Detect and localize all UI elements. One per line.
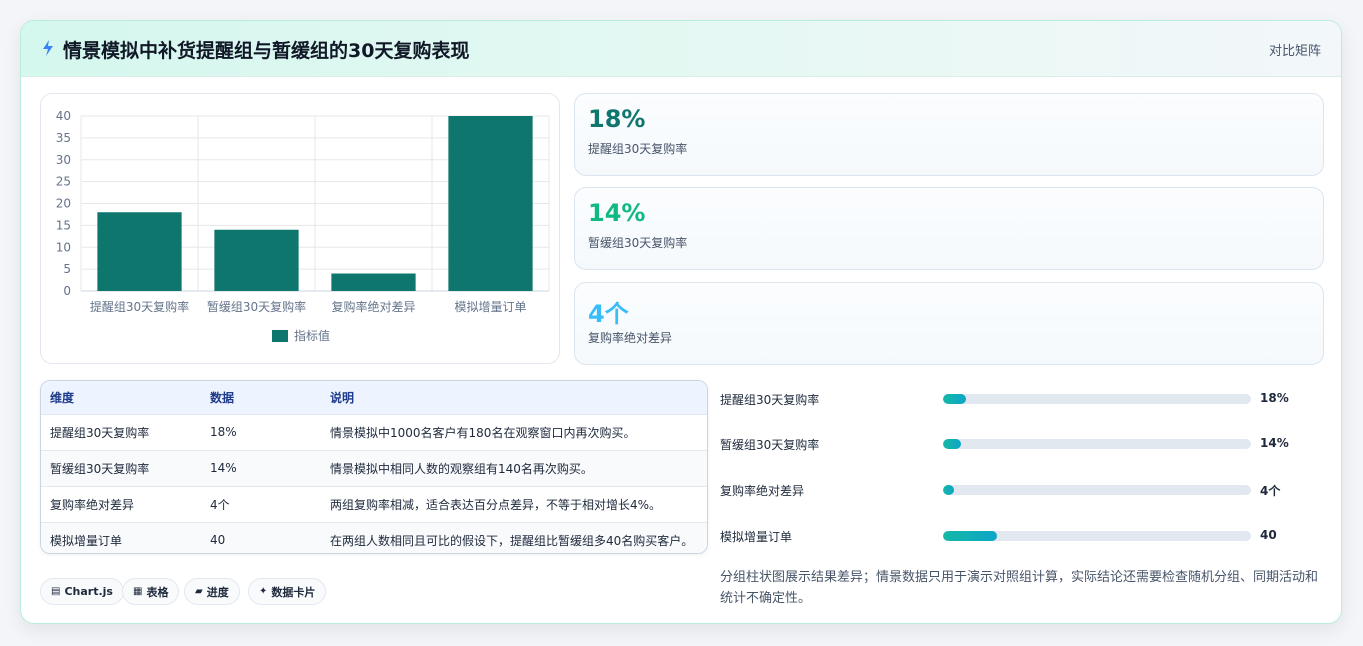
progress-fill bbox=[943, 531, 997, 541]
stat-label: 暂缓组30天复购率 bbox=[588, 236, 688, 250]
stat-card-deferred: 14% 暂缓组30天复购率 bbox=[574, 187, 1324, 270]
y-tick-label: 30 bbox=[56, 153, 71, 167]
stat-label: 提醒组30天复购率 bbox=[588, 142, 688, 156]
table-cell: 模拟增量订单 bbox=[41, 521, 201, 553]
chip-label: 数据卡片 bbox=[271, 585, 316, 599]
table-row: 复购率绝对差异 4个 两组复购率相减，适合表达百分点差异，不等于相对增长4%。 bbox=[41, 485, 707, 522]
table-cell: 复购率绝对差异 bbox=[41, 485, 201, 522]
table-cell: 在两组人数相同且可比的假设下，提醒组比暂缓组多40名购买客户。 bbox=[321, 521, 707, 553]
progress-track bbox=[943, 439, 1251, 449]
table-cell: 18% bbox=[201, 413, 321, 450]
page-title: 情景模拟中补货提醒组与暂缓组的30天复购表现 bbox=[63, 40, 470, 62]
progress-label: 暂缓组30天复购率 bbox=[720, 438, 820, 452]
x-tick-label: 模拟增量订单 bbox=[454, 300, 526, 314]
stat-card-difference: 4个 复购率绝对差异 bbox=[574, 282, 1324, 365]
chip-progress[interactable]: ▰ 进度 bbox=[184, 578, 240, 605]
progress-row: 复购率绝对差异 4个 bbox=[720, 480, 1320, 500]
bar bbox=[214, 229, 299, 291]
x-tick-label: 暂缓组30天复购率 bbox=[207, 299, 306, 314]
progress-value: 40 bbox=[1260, 528, 1277, 542]
stat-value: 18% bbox=[588, 105, 646, 133]
table-cell: 提醒组30天复购率 bbox=[41, 413, 201, 450]
progress-label: 提醒组30天复购率 bbox=[720, 393, 820, 407]
progress-track bbox=[943, 394, 1251, 404]
chip-table[interactable]: ▦ 表格 bbox=[122, 578, 180, 605]
progress-row: 暂缓组30天复购率 14% bbox=[720, 434, 1320, 454]
chip-chartjs[interactable]: ▤ Chart.js bbox=[40, 578, 124, 605]
bar bbox=[97, 212, 182, 291]
progress-icon: ▰ bbox=[195, 586, 203, 597]
chart-icon: ▤ bbox=[51, 586, 61, 597]
footnote: 分组柱状图展示结果差异；情景数据只用于演示对照组计算，实际结论还需要检查随机分组… bbox=[720, 570, 1319, 606]
progress-value: 18% bbox=[1260, 391, 1289, 405]
table-cell: 情景模拟中相同人数的观察组有140名再次购买。 bbox=[321, 449, 707, 486]
progress-fill bbox=[943, 485, 954, 495]
table-cell: 14% bbox=[201, 449, 321, 486]
progress-track bbox=[943, 531, 1251, 541]
table-cell: 情景模拟中1000名客户有180名在观察窗口内再次购买。 bbox=[321, 413, 707, 450]
bar-chart: 0 5 10 15 20 25 30 35 40 提醒组30天复购率 暂缓组30天复购率 复购率绝对差… bbox=[56, 109, 550, 343]
bar-chart-panel: 0 5 10 15 20 25 30 35 40 提醒组30天复购率 暂缓组30天复购率 复购率绝对差… bbox=[40, 93, 560, 364]
y-tick-label: 25 bbox=[56, 175, 71, 189]
table-icon: ▦ bbox=[133, 586, 143, 597]
progress-row: 提醒组30天复购率 18% bbox=[720, 389, 1320, 409]
x-tick-label: 提醒组30天复购率 bbox=[90, 299, 189, 314]
legend-swatch bbox=[272, 330, 288, 342]
progress-label: 复购率绝对差异 bbox=[720, 484, 805, 498]
table-row: 暂缓组30天复购率 14% 情景模拟中相同人数的观察组有140名再次购买。 bbox=[41, 449, 707, 486]
column-header: 说明 bbox=[330, 390, 355, 405]
legend-label: 指标值 bbox=[294, 328, 330, 343]
data-table: 维度 数据 说明 提醒组30天复购率 18% 情景模拟中1000名客户有180名… bbox=[40, 380, 708, 554]
chip-data-card[interactable]: ✦ 数据卡片 bbox=[248, 578, 327, 605]
stat-value: 4个 bbox=[588, 300, 629, 328]
table-row: 提醒组30天复购率 18% 情景模拟中1000名客户有180名在观察窗口内再次购… bbox=[41, 413, 707, 450]
y-tick-label: 15 bbox=[56, 218, 71, 232]
y-tick-label: 10 bbox=[56, 240, 71, 254]
report-card: 情景模拟中补货提醒组与暂缓组的30天复购表现 对比矩阵 0 5 10 15 20 25 30… bbox=[20, 20, 1342, 624]
stat-value: 14% bbox=[588, 199, 646, 227]
bar bbox=[331, 273, 416, 291]
y-tick-label: 20 bbox=[56, 197, 71, 211]
progress-value: 14% bbox=[1260, 436, 1289, 450]
table-cell: 40 bbox=[201, 521, 321, 553]
y-tick-label: 40 bbox=[56, 109, 71, 123]
progress-fill bbox=[943, 439, 962, 449]
chip-label: 进度 bbox=[206, 585, 229, 599]
table-cell: 两组复购率相减，适合表达百分点差异，不等于相对增长4%。 bbox=[321, 485, 707, 522]
card-header: 情景模拟中补货提醒组与暂缓组的30天复购表现 对比矩阵 bbox=[21, 21, 1341, 77]
progress-label: 模拟增量订单 bbox=[720, 530, 793, 544]
y-tick-label: 5 bbox=[63, 262, 71, 276]
progress-row: 模拟增量订单 40 bbox=[720, 526, 1320, 546]
stat-card-reminder: 18% 提醒组30天复购率 bbox=[574, 93, 1324, 176]
y-tick-label: 0 bbox=[63, 284, 71, 298]
bar bbox=[448, 116, 533, 291]
progress-value: 4个 bbox=[1260, 484, 1281, 498]
table-header-row: 维度 数据 说明 bbox=[41, 381, 707, 414]
table-row: 模拟增量订单 40 在两组人数相同且可比的假设下，提醒组比暂缓组多40名购买客户… bbox=[41, 521, 707, 553]
table-cell: 暂缓组30天复购率 bbox=[41, 449, 201, 486]
matrix-toggle[interactable]: 对比矩阵 bbox=[1269, 40, 1321, 59]
chip-label: 表格 bbox=[146, 585, 169, 599]
x-tick-label: 复购率绝对差异 bbox=[331, 299, 415, 314]
progress-fill bbox=[943, 394, 967, 404]
column-header: 数据 bbox=[210, 390, 235, 405]
lightning-icon bbox=[43, 40, 53, 56]
stat-label: 复购率绝对差异 bbox=[588, 331, 673, 345]
chip-label: Chart.js bbox=[64, 585, 113, 598]
progress-track bbox=[943, 485, 1251, 495]
y-tick-label: 35 bbox=[56, 131, 71, 145]
table-cell: 4个 bbox=[201, 485, 321, 522]
column-header: 维度 bbox=[50, 390, 75, 405]
sparkle-icon: ✦ bbox=[259, 586, 268, 597]
